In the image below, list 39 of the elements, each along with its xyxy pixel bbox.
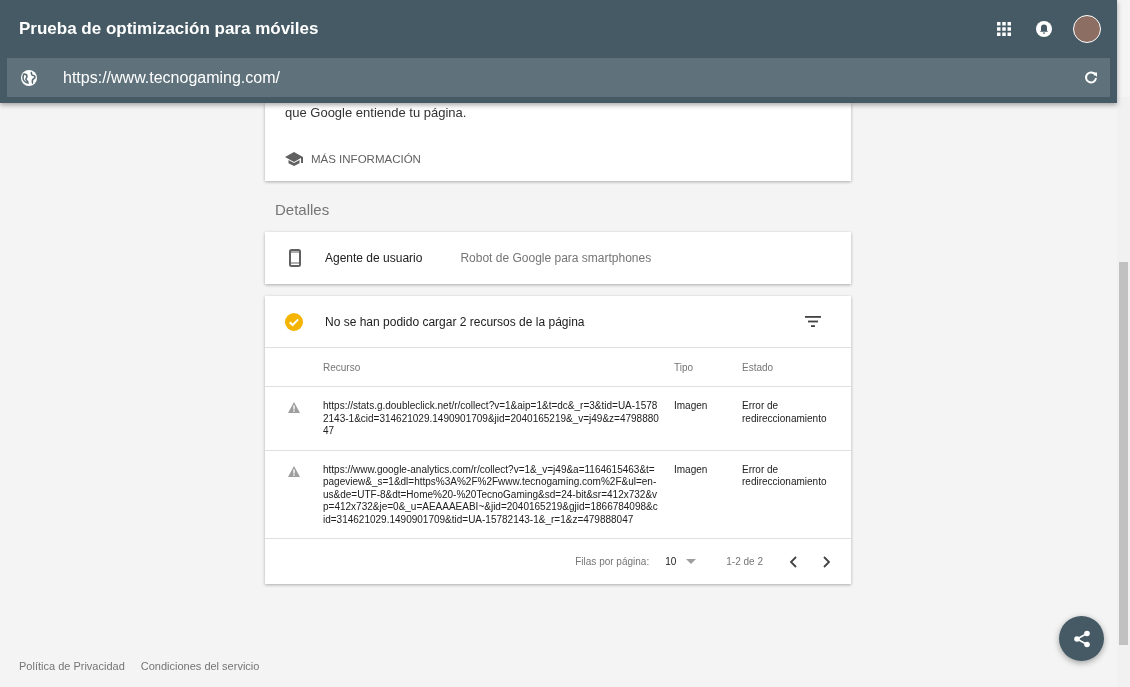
footer-link[interactable]: Condiciones del servicio (140, 660, 260, 672)
column-header: Estado (742, 361, 775, 373)
column-header: Tipo (673, 361, 695, 373)
warning-icon (288, 465, 300, 477)
user-agent-label: Agente de usuario (325, 251, 423, 265)
rows-per-page-label: Filas por página: (575, 556, 650, 567)
globe-icon (20, 68, 38, 87)
column-header: Recurso (323, 361, 362, 373)
table-cell-text: Imagen (673, 400, 709, 413)
notification-bell-icon[interactable] (1035, 20, 1053, 38)
table-cell-text: Imagen (673, 463, 709, 477)
info-text: que Google entiende tu página. (285, 105, 468, 122)
table-cell-text: Error de redireccionamiento (742, 463, 828, 489)
avatar[interactable] (1073, 15, 1101, 43)
url-field[interactable]: https://www.tecnogaming.com/ (7, 58, 1110, 97)
resources-title: No se han podido cargar 2 recursos de la página (325, 314, 586, 329)
table-cell: https://www.google-analytics.com/r/collect?v=1&_v=j49&a=1164615463&t=pageview&_s=1&dl=https%3A%2F%2Fwww.tecnogaming.com%2F&ul=en-us&de=UTF-8&dt=Home%20-%20TecnoGaming&sd=24-bit&sr=412x732&vp=412x732&je=0&_u=AEAAAEABI~&jid=2040165219&gjid=1866784098&cid=314621029.1490901709&tid=UA-15782143-1&_r=1&z=479888047 (323, 463, 659, 526)
user-agent-value: Robot de Google para smartphones (460, 251, 652, 265)
page-range: 1-2 de 2 (726, 556, 763, 567)
more-info-link[interactable]: MÁS INFORMACIÓN (285, 151, 421, 166)
table-cell: https://stats.g.doubleclick.net/r/collect?v=1&aip=1&t=dc&_r=3&tid=UA-15782143-1&cid=314621029.1490901709&jid=2040165219&_v=j49&z=479888047 (323, 400, 659, 438)
share-button[interactable] (1059, 616, 1104, 661)
apps-grid-icon[interactable] (997, 22, 1011, 36)
share-icon (1072, 629, 1091, 648)
reload-icon[interactable] (1084, 70, 1098, 85)
footer-link[interactable]: Política de Privacidad (19, 660, 125, 672)
dropdown-caret-icon (686, 559, 697, 564)
graduation-cap-icon (285, 151, 303, 166)
previous-page-icon[interactable] (789, 555, 797, 568)
smartphone-icon (289, 249, 301, 267)
filter-icon[interactable] (805, 316, 821, 327)
table-cell-text: Error de redireccionamiento (742, 400, 828, 426)
warning-icon (288, 402, 300, 413)
check-circle-icon (285, 312, 303, 331)
next-page-icon[interactable] (823, 555, 831, 568)
url-text: https://www.tecnogaming.com/ (63, 68, 281, 87)
app-title: Prueba de optimización para móviles (19, 19, 320, 39)
section-title: Detalles (274, 200, 331, 220)
rows-per-page-select[interactable]: 10 (665, 556, 697, 567)
